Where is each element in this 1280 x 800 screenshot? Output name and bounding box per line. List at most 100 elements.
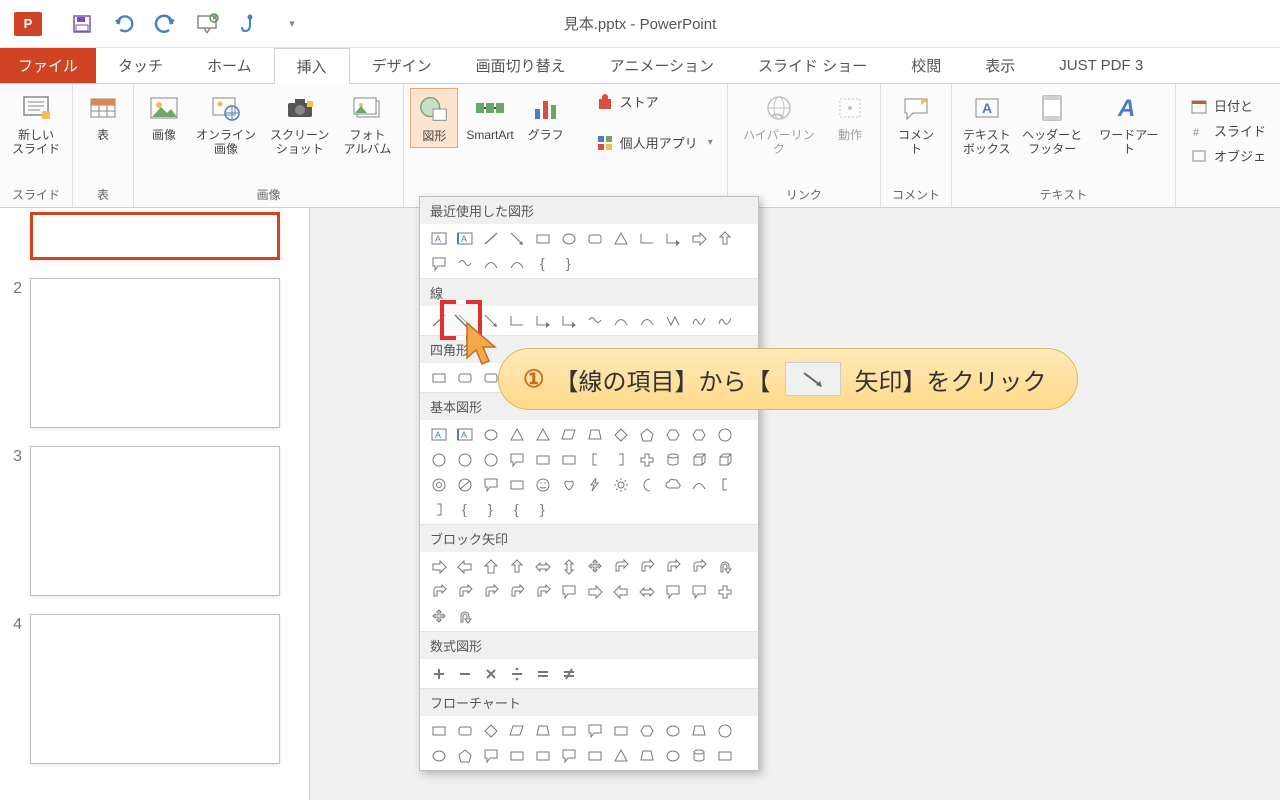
shape-can[interactable]: [688, 745, 710, 766]
shape-elbow[interactable]: [636, 228, 658, 249]
shape-callout[interactable]: [480, 474, 502, 495]
new-slide-button[interactable]: 新しい スライド: [6, 88, 66, 161]
shape-bent[interactable]: [662, 556, 684, 577]
shape-callout[interactable]: [428, 253, 450, 274]
shape-callout[interactable]: [558, 581, 580, 602]
tab-touch[interactable]: タッチ: [96, 48, 185, 83]
shape-lrarrow[interactable]: [532, 556, 554, 577]
shape-hex[interactable]: [688, 424, 710, 445]
slideshow-start-icon[interactable]: [196, 12, 220, 36]
shape-udarrow[interactable]: [558, 556, 580, 577]
shape-roundrect[interactable]: [584, 228, 606, 249]
shape-curve2[interactable]: [584, 310, 606, 331]
tab-slideshow[interactable]: スライド ショー: [736, 48, 889, 83]
shape-tri[interactable]: [532, 424, 554, 445]
shape-rect[interactable]: [584, 745, 606, 766]
shape-callout[interactable]: [662, 581, 684, 602]
slidenum-button[interactable]: #スライド: [1186, 119, 1270, 142]
table-button[interactable]: 表: [79, 88, 127, 146]
shape-para[interactable]: [506, 720, 528, 741]
slide-thumbnail-2[interactable]: [30, 278, 280, 428]
shape-diamond[interactable]: [480, 720, 502, 741]
shape-rect[interactable]: [532, 449, 554, 470]
shape-circle[interactable]: [480, 449, 502, 470]
shape-rarrow[interactable]: [428, 556, 450, 577]
shape-larrow[interactable]: [454, 556, 476, 577]
shapes-gallery-dropdown[interactable]: 最近使用した図形 AA{} 線 四角形 基本図形 AA{}{} ブロック矢印 数…: [419, 196, 759, 771]
shape-rarrow[interactable]: [584, 581, 606, 602]
tab-review[interactable]: 校閲: [889, 48, 963, 83]
shape-scribble[interactable]: [714, 310, 736, 331]
shape-rect[interactable]: [558, 449, 580, 470]
shape-scribble[interactable]: [688, 310, 710, 331]
shape-curve[interactable]: [480, 253, 502, 274]
shape-diamond[interactable]: [610, 424, 632, 445]
tab-file[interactable]: ファイル: [0, 48, 96, 83]
undo-icon[interactable]: [112, 12, 136, 36]
shape-elbowarr[interactable]: [532, 310, 554, 331]
shape-rbrack[interactable]: [610, 449, 632, 470]
redo-icon[interactable]: [154, 12, 178, 36]
slide-thumbnail-panel[interactable]: 2 3 4: [0, 208, 310, 800]
shape-rect[interactable]: [428, 720, 450, 741]
shape-brace2[interactable]: }: [480, 499, 502, 520]
photo-album-button[interactable]: フォト アルバム: [337, 88, 397, 161]
shape-oval[interactable]: [428, 745, 450, 766]
shape-cloud[interactable]: [662, 474, 684, 495]
shape-darrow[interactable]: [506, 556, 528, 577]
shape-smile[interactable]: [532, 474, 554, 495]
shape-circle[interactable]: [454, 449, 476, 470]
textbox-button[interactable]: A テキスト ボックス: [958, 88, 1016, 161]
shape-cube[interactable]: [714, 449, 736, 470]
myapps-button[interactable]: 個人用アプリ ▾: [592, 131, 717, 154]
shape-sun[interactable]: [610, 474, 632, 495]
shape-uarrow[interactable]: [480, 556, 502, 577]
shape-eq_minus[interactable]: [454, 663, 476, 684]
shape-bent[interactable]: [428, 581, 450, 602]
shape-callout[interactable]: [558, 745, 580, 766]
shape-heart[interactable]: [558, 474, 580, 495]
tab-animation[interactable]: アニメーション: [588, 48, 736, 83]
shape-eq_mult[interactable]: [480, 663, 502, 684]
screenshot-button[interactable]: スクリーン ショット: [264, 88, 335, 161]
shape-eq_neq[interactable]: [558, 663, 580, 684]
shape-elbow[interactable]: [506, 310, 528, 331]
shape-brace2[interactable]: }: [532, 499, 554, 520]
shape-circle[interactable]: [714, 424, 736, 445]
shape-rbrack[interactable]: [428, 499, 450, 520]
shape-hex[interactable]: [662, 424, 684, 445]
shape-rect[interactable]: [714, 745, 736, 766]
shape-tri[interactable]: [610, 745, 632, 766]
shape-tri[interactable]: [610, 228, 632, 249]
shape-tri[interactable]: [506, 424, 528, 445]
save-icon[interactable]: [70, 12, 94, 36]
shape-bolt[interactable]: [584, 474, 606, 495]
shape-curve[interactable]: [688, 474, 710, 495]
shape-moon[interactable]: [636, 474, 658, 495]
shape-hex[interactable]: [636, 720, 658, 741]
shape-pent[interactable]: [636, 424, 658, 445]
tab-home[interactable]: ホーム: [185, 48, 274, 83]
qat-more-icon[interactable]: ▾: [280, 12, 304, 36]
shape-curve[interactable]: [610, 310, 632, 331]
shape-larrow[interactable]: [610, 581, 632, 602]
shape-callout[interactable]: [584, 720, 606, 741]
shape-roundrect[interactable]: [454, 367, 476, 388]
shape-lrarrow[interactable]: [636, 581, 658, 602]
shape-textbox2[interactable]: A: [454, 228, 476, 249]
shape-bent[interactable]: [636, 556, 658, 577]
shape-lbrack[interactable]: [714, 474, 736, 495]
shape-bent[interactable]: [506, 581, 528, 602]
shape-quad[interactable]: [428, 606, 450, 627]
shape-trap[interactable]: [688, 720, 710, 741]
shape-eq_div[interactable]: [506, 663, 528, 684]
shape-can[interactable]: [662, 449, 684, 470]
shape-oval[interactable]: [662, 745, 684, 766]
online-picture-button[interactable]: オンライン 画像: [190, 88, 262, 161]
tab-view[interactable]: 表示: [963, 48, 1037, 83]
shape-bent[interactable]: [532, 581, 554, 602]
shape-bent[interactable]: [610, 556, 632, 577]
shape-callout[interactable]: [480, 745, 502, 766]
shape-arrow[interactable]: [506, 228, 528, 249]
shape-bent[interactable]: [454, 581, 476, 602]
